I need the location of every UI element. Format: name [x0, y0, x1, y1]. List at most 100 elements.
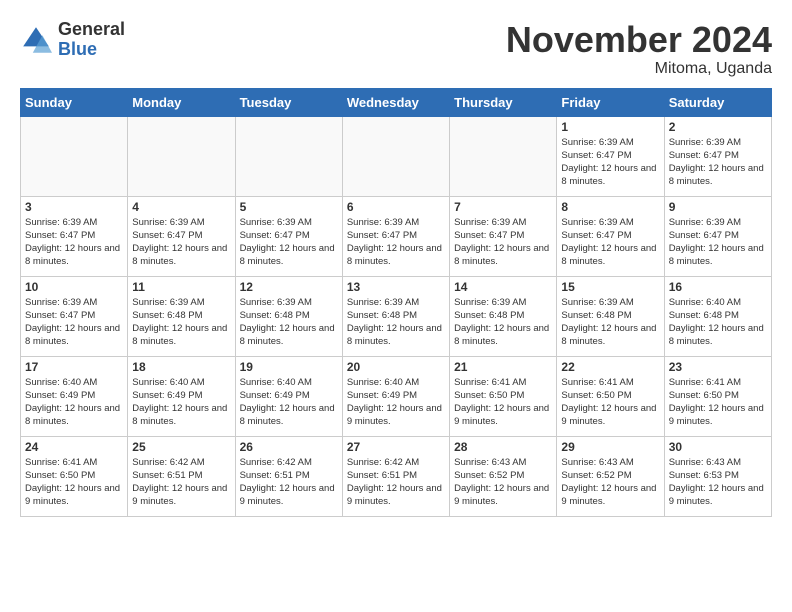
- day-info: Sunrise: 6:39 AM Sunset: 6:47 PM Dayligh…: [240, 216, 338, 269]
- calendar-cell: 28Sunrise: 6:43 AM Sunset: 6:52 PM Dayli…: [450, 436, 557, 516]
- calendar-week-3: 10Sunrise: 6:39 AM Sunset: 6:47 PM Dayli…: [21, 276, 772, 356]
- day-number: 9: [669, 200, 767, 214]
- day-info: Sunrise: 6:39 AM Sunset: 6:48 PM Dayligh…: [454, 296, 552, 349]
- calendar-cell: 26Sunrise: 6:42 AM Sunset: 6:51 PM Dayli…: [235, 436, 342, 516]
- day-number: 19: [240, 360, 338, 374]
- calendar-cell: 3 Sunrise: 6:39 AM Sunset: 6:47 PM Daylig…: [21, 196, 128, 276]
- day-info: Sunrise: 6:39 AM Sunset: 6:47 PM Dayligh…: [561, 216, 659, 269]
- day-info: Sunrise: 6:41 AM Sunset: 6:50 PM Dayligh…: [561, 376, 659, 429]
- calendar-cell: [128, 116, 235, 196]
- day-number: 2: [669, 120, 767, 134]
- day-info: Sunrise: 6:39 AM Sunset: 6:47 PM Dayligh…: [132, 216, 230, 269]
- calendar-cell: 27 Sunrise: 6:42 AM Sunset: 6:51 PM Dayli…: [342, 436, 449, 516]
- day-number: 16: [669, 280, 767, 294]
- day-info: Sunrise: 6:40 AM Sunset: 6:49 PM Dayligh…: [347, 376, 445, 429]
- calendar-cell: 17 Sunrise: 6:40 AM Sunset: 6:49 PM Dayli…: [21, 356, 128, 436]
- day-info: Sunrise: 6:42 AM Sunset: 6:51 PM Dayligh…: [132, 456, 230, 509]
- calendar-cell: 10Sunrise: 6:39 AM Sunset: 6:47 PM Dayli…: [21, 276, 128, 356]
- calendar-cell: 1Sunrise: 6:39 AM Sunset: 6:47 PM Daylig…: [557, 116, 664, 196]
- title-block: November 2024 Mitoma, Uganda: [506, 20, 772, 78]
- day-info: Sunrise: 6:40 AM Sunset: 6:48 PM Dayligh…: [669, 296, 767, 349]
- calendar-cell: 4 Sunrise: 6:39 AM Sunset: 6:47 PM Daylig…: [128, 196, 235, 276]
- calendar-cell: 20 Sunrise: 6:40 AM Sunset: 6:49 PM Dayli…: [342, 356, 449, 436]
- calendar-cell: 23 Sunrise: 6:41 AM Sunset: 6:50 PM Dayli…: [664, 356, 771, 436]
- day-info: Sunrise: 6:39 AM Sunset: 6:47 PM Dayligh…: [561, 136, 659, 189]
- day-info: Sunrise: 6:39 AM Sunset: 6:47 PM Dayligh…: [25, 296, 123, 349]
- calendar-cell: 12Sunrise: 6:39 AM Sunset: 6:48 PM Dayli…: [235, 276, 342, 356]
- calendar-cell: 13Sunrise: 6:39 AM Sunset: 6:48 PM Dayli…: [342, 276, 449, 356]
- calendar-cell: [21, 116, 128, 196]
- day-info: Sunrise: 6:39 AM Sunset: 6:47 PM Dayligh…: [25, 216, 123, 269]
- day-info: Sunrise: 6:39 AM Sunset: 6:47 PM Dayligh…: [669, 136, 767, 189]
- day-number: 29: [561, 440, 659, 454]
- day-info: Sunrise: 6:40 AM Sunset: 6:49 PM Dayligh…: [132, 376, 230, 429]
- day-number: 21: [454, 360, 552, 374]
- day-number: 17: [25, 360, 123, 374]
- header-cell-tuesday: Tuesday: [235, 88, 342, 116]
- day-number: 24: [25, 440, 123, 454]
- calendar-cell: [342, 116, 449, 196]
- day-number: 6: [347, 200, 445, 214]
- calendar-week-5: 24 Sunrise: 6:41 AM Sunset: 6:50 PM Dayli…: [21, 436, 772, 516]
- header-cell-thursday: Thursday: [450, 88, 557, 116]
- day-info: Sunrise: 6:43 AM Sunset: 6:53 PM Dayligh…: [669, 456, 767, 509]
- calendar-cell: 16 Sunrise: 6:40 AM Sunset: 6:48 PM Dayli…: [664, 276, 771, 356]
- calendar-week-1: 1Sunrise: 6:39 AM Sunset: 6:47 PM Daylig…: [21, 116, 772, 196]
- day-info: Sunrise: 6:41 AM Sunset: 6:50 PM Dayligh…: [669, 376, 767, 429]
- month-title: November 2024: [506, 20, 772, 60]
- calendar-cell: 8Sunrise: 6:39 AM Sunset: 6:47 PM Daylig…: [557, 196, 664, 276]
- calendar-cell: 6 Sunrise: 6:39 AM Sunset: 6:47 PM Daylig…: [342, 196, 449, 276]
- location: Mitoma, Uganda: [506, 60, 772, 78]
- day-number: 27: [347, 440, 445, 454]
- day-info: Sunrise: 6:41 AM Sunset: 6:50 PM Dayligh…: [25, 456, 123, 509]
- calendar-cell: 30 Sunrise: 6:43 AM Sunset: 6:53 PM Dayli…: [664, 436, 771, 516]
- day-info: Sunrise: 6:39 AM Sunset: 6:47 PM Dayligh…: [347, 216, 445, 269]
- day-number: 15: [561, 280, 659, 294]
- day-number: 3: [25, 200, 123, 214]
- calendar-cell: 11Sunrise: 6:39 AM Sunset: 6:48 PM Dayli…: [128, 276, 235, 356]
- day-info: Sunrise: 6:40 AM Sunset: 6:49 PM Dayligh…: [25, 376, 123, 429]
- calendar-table: SundayMondayTuesdayWednesdayThursdayFrid…: [20, 88, 772, 517]
- day-number: 30: [669, 440, 767, 454]
- day-number: 4: [132, 200, 230, 214]
- day-number: 23: [669, 360, 767, 374]
- calendar-header: SundayMondayTuesdayWednesdayThursdayFrid…: [21, 88, 772, 116]
- calendar-cell: 19 Sunrise: 6:40 AM Sunset: 6:49 PM Dayli…: [235, 356, 342, 436]
- day-info: Sunrise: 6:39 AM Sunset: 6:48 PM Dayligh…: [347, 296, 445, 349]
- header-row: SundayMondayTuesdayWednesdayThursdayFrid…: [21, 88, 772, 116]
- logo-icon: [20, 24, 52, 56]
- day-number: 26: [240, 440, 338, 454]
- day-info: Sunrise: 6:40 AM Sunset: 6:49 PM Dayligh…: [240, 376, 338, 429]
- day-number: 12: [240, 280, 338, 294]
- calendar-body: 1Sunrise: 6:39 AM Sunset: 6:47 PM Daylig…: [21, 116, 772, 516]
- calendar-cell: 2 Sunrise: 6:39 AM Sunset: 6:47 PM Daylig…: [664, 116, 771, 196]
- day-number: 25: [132, 440, 230, 454]
- day-number: 18: [132, 360, 230, 374]
- day-info: Sunrise: 6:42 AM Sunset: 6:51 PM Dayligh…: [347, 456, 445, 509]
- calendar-cell: 25 Sunrise: 6:42 AM Sunset: 6:51 PM Dayli…: [128, 436, 235, 516]
- day-info: Sunrise: 6:39 AM Sunset: 6:48 PM Dayligh…: [561, 296, 659, 349]
- calendar-cell: 21Sunrise: 6:41 AM Sunset: 6:50 PM Dayli…: [450, 356, 557, 436]
- day-info: Sunrise: 6:43 AM Sunset: 6:52 PM Dayligh…: [454, 456, 552, 509]
- calendar-cell: 24 Sunrise: 6:41 AM Sunset: 6:50 PM Dayli…: [21, 436, 128, 516]
- calendar-cell: 5 Sunrise: 6:39 AM Sunset: 6:47 PM Daylig…: [235, 196, 342, 276]
- logo-general: General: [58, 20, 125, 40]
- day-info: Sunrise: 6:43 AM Sunset: 6:52 PM Dayligh…: [561, 456, 659, 509]
- day-number: 7: [454, 200, 552, 214]
- calendar-week-4: 17 Sunrise: 6:40 AM Sunset: 6:49 PM Dayli…: [21, 356, 772, 436]
- header-cell-saturday: Saturday: [664, 88, 771, 116]
- day-number: 22: [561, 360, 659, 374]
- day-info: Sunrise: 6:39 AM Sunset: 6:47 PM Dayligh…: [454, 216, 552, 269]
- calendar-cell: 22 Sunrise: 6:41 AM Sunset: 6:50 PM Dayli…: [557, 356, 664, 436]
- day-number: 5: [240, 200, 338, 214]
- day-number: 20: [347, 360, 445, 374]
- calendar-cell: [235, 116, 342, 196]
- day-number: 14: [454, 280, 552, 294]
- logo: General Blue: [20, 20, 125, 60]
- calendar-cell: 14 Sunrise: 6:39 AM Sunset: 6:48 PM Dayli…: [450, 276, 557, 356]
- calendar-cell: 9 Sunrise: 6:39 AM Sunset: 6:47 PM Daylig…: [664, 196, 771, 276]
- page-header: General Blue November 2024 Mitoma, Ugand…: [20, 20, 772, 78]
- day-info: Sunrise: 6:39 AM Sunset: 6:47 PM Dayligh…: [669, 216, 767, 269]
- calendar-cell: 15 Sunrise: 6:39 AM Sunset: 6:48 PM Dayli…: [557, 276, 664, 356]
- header-cell-friday: Friday: [557, 88, 664, 116]
